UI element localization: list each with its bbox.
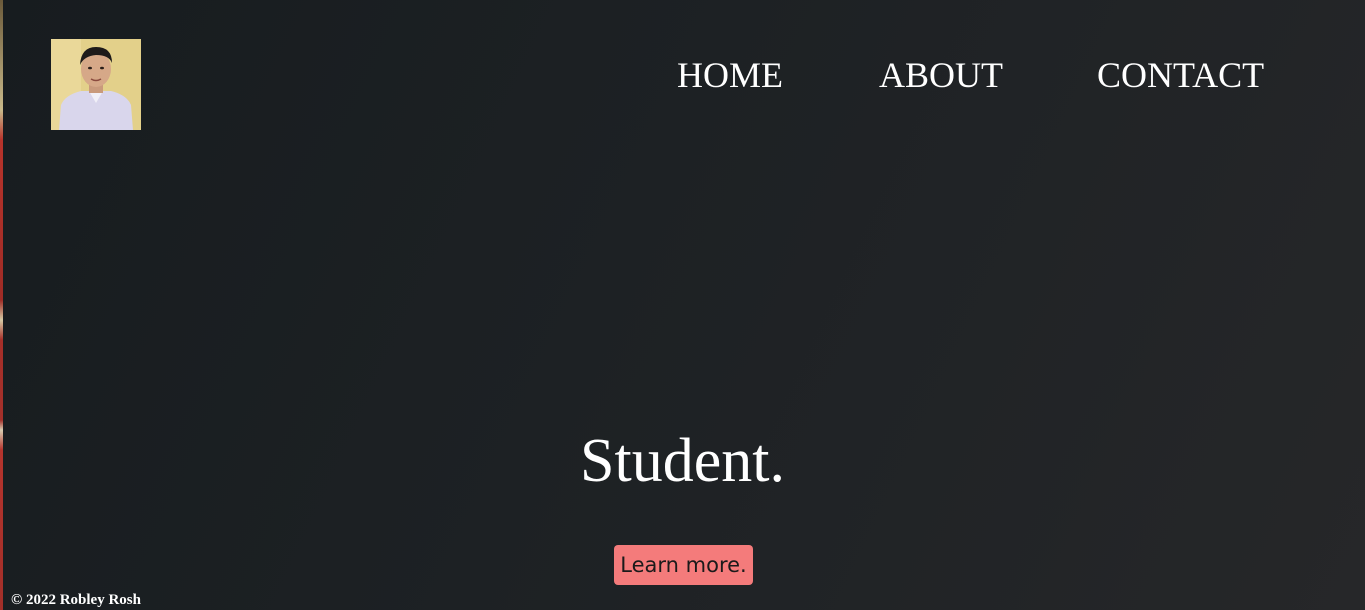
main-nav: HOME ABOUT CONTACT: [0, 55, 1365, 95]
learn-more-button[interactable]: Learn more.: [614, 545, 753, 585]
hero-title: Student.: [580, 427, 785, 495]
nav-contact-link[interactable]: CONTACT: [1097, 55, 1264, 95]
nav-home-link[interactable]: HOME: [677, 55, 783, 95]
nav-about-link[interactable]: ABOUT: [879, 55, 1003, 95]
footer-copyright: © 2022 Robley Rosh: [11, 592, 141, 608]
